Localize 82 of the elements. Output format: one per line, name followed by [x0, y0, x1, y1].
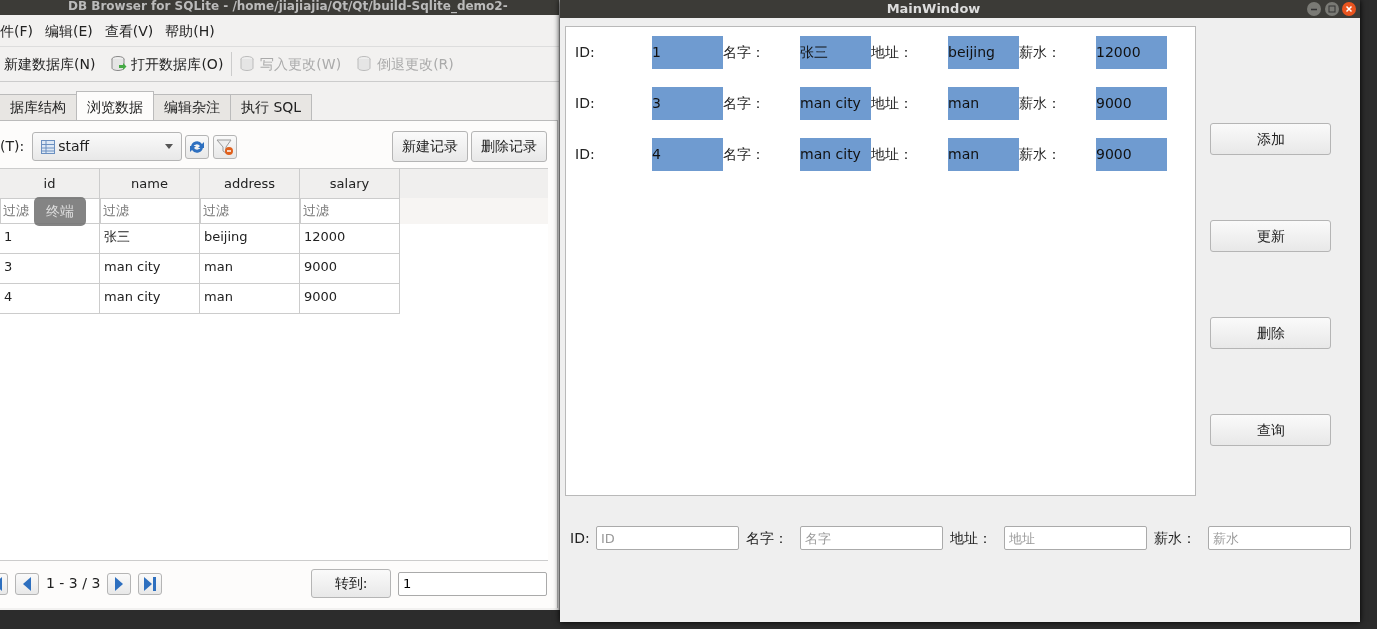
menu-item[interactable]: 件(F): [0, 18, 39, 44]
toolbar-button[interactable]: 打开数据库(O): [103, 53, 232, 75]
table-cell: 张三: [100, 224, 200, 254]
nav-button[interactable]: [15, 572, 39, 595]
field-value: 张三: [800, 36, 871, 69]
action-button[interactable]: 更新: [1210, 220, 1331, 252]
input-field[interactable]: ID: [596, 526, 739, 550]
field-value: man city: [800, 138, 871, 171]
field-value: 4: [652, 138, 723, 171]
filter-field[interactable]: 过滤: [100, 198, 200, 224]
close-icon[interactable]: [1342, 2, 1356, 16]
menu-item[interactable]: 帮助(H): [159, 18, 221, 44]
field-label: 薪水：: [1019, 43, 1062, 62]
nav-button[interactable]: [138, 572, 163, 595]
filter-field[interactable]: 过滤: [300, 198, 400, 224]
field-label: 名字：: [723, 94, 766, 113]
table-cell: man: [200, 284, 300, 314]
field-label: ID:: [570, 528, 591, 548]
field-value: 9000: [1096, 138, 1167, 171]
field-label: ID:: [575, 145, 596, 164]
goto-button[interactable]: 转到:: [311, 569, 391, 598]
window-title: MainWindow: [885, 0, 982, 18]
field-label: 薪水：: [1019, 94, 1062, 113]
page-field[interactable]: 1: [398, 571, 547, 596]
field-label: 名字：: [746, 528, 789, 548]
record-button[interactable]: 删除记录: [471, 131, 547, 162]
field-value: 12000: [1096, 36, 1167, 69]
field-label: ID:: [575, 94, 596, 113]
table-icon: [40, 139, 55, 154]
field-label: 地址：: [871, 43, 914, 62]
field-label: 薪水：: [1154, 528, 1197, 548]
minimize-icon[interactable]: [1307, 2, 1321, 16]
tooltip: 终端: [34, 197, 86, 226]
table-cell: man city: [100, 284, 200, 314]
tab[interactable]: 编辑杂注: [153, 94, 231, 120]
tab[interactable]: 执行 SQL: [230, 94, 313, 120]
previous-icon: [21, 576, 33, 591]
filter-icon: [215, 137, 234, 156]
nav-button[interactable]: [107, 572, 132, 595]
last-page-icon: [144, 576, 157, 591]
toolbar-button[interactable]: 新建数据库(N): [0, 53, 104, 75]
table-cell: 9000: [300, 254, 400, 284]
action-button[interactable]: 删除: [1210, 317, 1331, 349]
table-cell: 12000: [300, 224, 400, 254]
table-cell: man city: [100, 254, 200, 284]
input-field[interactable]: 地址: [1004, 526, 1147, 550]
table-cell: beijing: [200, 224, 300, 254]
field-value: 9000: [1096, 87, 1167, 120]
table-label: (T):: [0, 137, 25, 156]
table-cell: man: [200, 254, 300, 284]
table-cell: 4: [0, 284, 100, 314]
field-label: 名字：: [723, 145, 766, 164]
field-value: man city: [800, 87, 871, 120]
action-button[interactable]: 查询: [1210, 414, 1331, 446]
field-label: 地址：: [871, 94, 914, 113]
field-label: 地址：: [950, 528, 993, 548]
record-button[interactable]: 新建记录: [391, 131, 468, 162]
table-cell: 9000: [300, 284, 400, 314]
input-field[interactable]: 薪水: [1208, 526, 1351, 550]
clear-filter-button[interactable]: [212, 134, 237, 159]
field-value: 1: [652, 36, 723, 69]
refresh-button[interactable]: [185, 134, 210, 159]
table-select[interactable]: staff: [31, 132, 182, 161]
field-label: 名字：: [723, 43, 766, 62]
field-label: ID:: [575, 43, 596, 62]
field-label: 地址：: [871, 145, 914, 164]
action-button[interactable]: 添加: [1210, 123, 1331, 155]
field-label: 薪水：: [1019, 145, 1062, 164]
field-value: beijing: [948, 36, 1019, 69]
window-title: DB Browser for SQLite - /home/jiajiajia/Qt/Qt/build-Sqlite_demo2-: [67, 0, 509, 15]
table-cell: 3: [0, 254, 100, 284]
input-field[interactable]: 名字: [800, 526, 943, 550]
caret-icon: [164, 144, 173, 149]
tab[interactable]: 据库结构: [0, 94, 77, 120]
field-value: man: [948, 138, 1019, 171]
tab[interactable]: 浏览数据: [76, 91, 154, 120]
menu-item[interactable]: 编辑(E): [39, 18, 99, 44]
filter-field[interactable]: 过滤: [200, 198, 300, 224]
page-info: 1 - 3 / 3: [46, 574, 101, 593]
field-value: 3: [652, 87, 723, 120]
menu-item[interactable]: 查看(V): [98, 18, 160, 44]
field-value: man: [948, 87, 1019, 120]
